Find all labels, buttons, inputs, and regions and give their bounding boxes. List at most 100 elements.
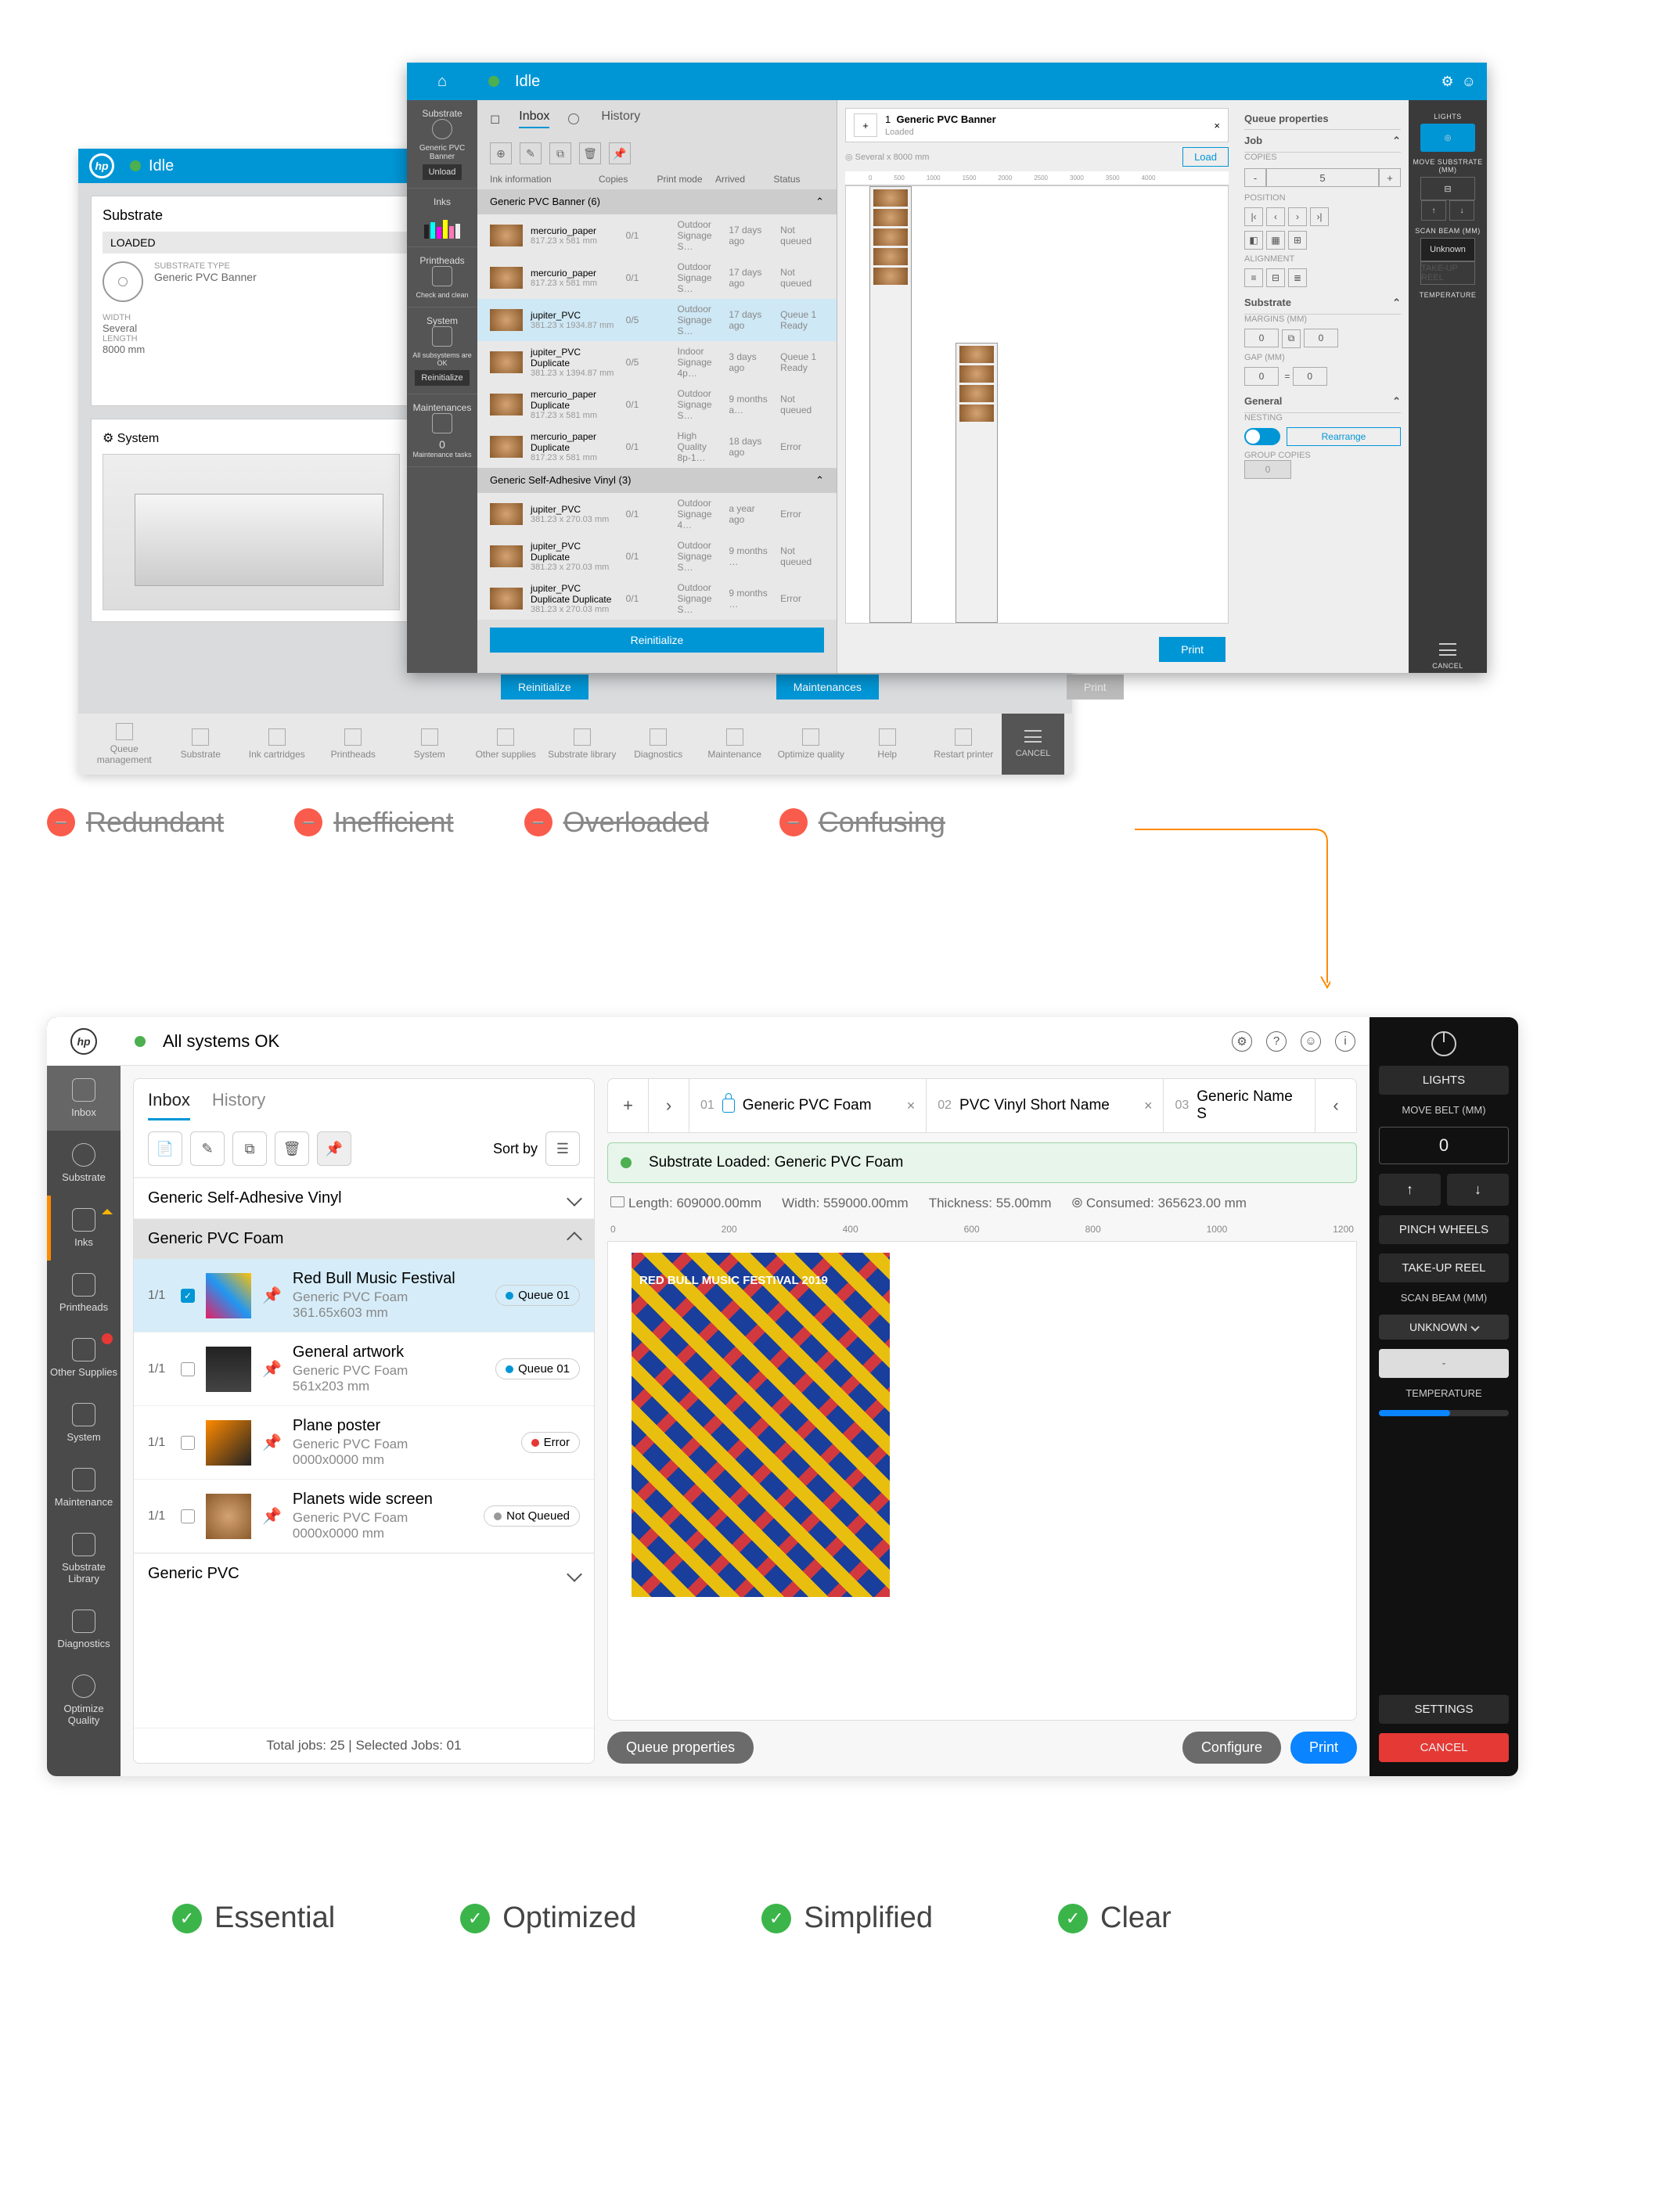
list-group[interactable]: Generic Self-Adhesive Vinyl (3)⌃: [477, 468, 837, 493]
group-pvc[interactable]: Generic PVC: [134, 1553, 594, 1594]
help-icon[interactable]: ?: [1266, 1031, 1287, 1052]
move-substrate-input[interactable]: ⊟: [1420, 177, 1475, 200]
footer-item[interactable]: Substrate library: [544, 728, 621, 760]
nesting-toggle[interactable]: [1244, 428, 1280, 445]
nav-printheads[interactable]: Printheads Check and clean: [407, 247, 477, 308]
reinitialize-button[interactable]: Reinitialize: [415, 370, 469, 386]
footer-item[interactable]: Diagnostics: [621, 728, 697, 760]
footer-item[interactable]: Other supplies: [468, 728, 545, 760]
substrate-tab[interactable]: 02 PVC Vinyl Short Name ×: [927, 1079, 1164, 1132]
print-button[interactable]: Print: [1159, 637, 1226, 662]
power-icon[interactable]: [1431, 1031, 1456, 1056]
trash-icon[interactable]: 🗑: [579, 142, 601, 164]
arrow-down-button[interactable]: ↓: [1447, 1174, 1509, 1206]
job-row[interactable]: jupiter_PVC Duplicate381.23 x 270.03 mm …: [477, 535, 837, 577]
sliders-icon[interactable]: [1439, 643, 1456, 656]
rearrange-button[interactable]: Rearrange: [1287, 427, 1401, 446]
job-row[interactable]: mercurio_paper817.23 x 581 mm 0/1Outdoor…: [477, 214, 837, 257]
configure-button[interactable]: Configure: [1182, 1732, 1281, 1764]
maintenances-button[interactable]: Maintenances: [776, 674, 879, 700]
sidebar-item-optimize[interactable]: Optimize Quality: [47, 1662, 121, 1739]
tab-history[interactable]: History: [212, 1090, 265, 1120]
load-button[interactable]: Load: [1182, 147, 1229, 167]
job-row[interactable]: 1/1 📌 General artworkGeneric PVC Foam561…: [134, 1333, 594, 1406]
gear-icon[interactable]: ⚙: [1232, 1031, 1252, 1052]
lights-button[interactable]: ◎: [1420, 124, 1475, 152]
prev-tab-button[interactable]: ‹: [1315, 1079, 1356, 1132]
list-group[interactable]: Generic PVC Banner (6)⌃: [477, 189, 837, 214]
footer-item[interactable]: Restart printer: [926, 728, 1002, 760]
footer-item[interactable]: Maintenance: [696, 728, 773, 760]
footer-item[interactable]: Printheads: [315, 728, 392, 760]
copy-icon[interactable]: ⧉: [549, 142, 571, 164]
nav-system[interactable]: System All subsystems are OK Reinitializ…: [407, 308, 477, 394]
job-row[interactable]: 1/1 📌 Planets wide screenGeneric PVC Foa…: [134, 1480, 594, 1553]
job-row[interactable]: mercurio_paper Duplicate817.23 x 581 mm …: [477, 383, 837, 426]
sort-icon[interactable]: ☰: [545, 1131, 580, 1166]
pin-icon[interactable]: 📌: [609, 142, 631, 164]
group-vinyl[interactable]: Generic Self-Adhesive Vinyl: [134, 1178, 594, 1218]
edit-icon[interactable]: ✎: [520, 142, 542, 164]
sidebar-item-system[interactable]: System: [47, 1390, 121, 1455]
group-foam[interactable]: Generic PVC Foam: [134, 1218, 594, 1259]
nav-maintenances[interactable]: Maintenances 0 Maintenance tasks: [407, 394, 477, 467]
tab-inbox[interactable]: Inbox: [148, 1090, 190, 1120]
add-tab-button[interactable]: +: [608, 1079, 649, 1132]
sidebar-item-library[interactable]: Substrate Library: [47, 1520, 121, 1597]
trash-icon[interactable]: 🗑: [275, 1131, 309, 1166]
nav-inks[interactable]: Inks: [407, 189, 477, 247]
nav-substrate[interactable]: Substrate Generic PVC Banner Unload: [407, 100, 477, 189]
job-row[interactable]: jupiter_PVC Duplicate Duplicate381.23 x …: [477, 577, 837, 620]
sidebar-item-inbox[interactable]: Inbox: [47, 1066, 121, 1131]
job-row[interactable]: jupiter_PVC381.23 x 1934.87 mm 0/5Outdoo…: [477, 299, 837, 341]
arrow-up-button[interactable]: ↑: [1379, 1174, 1441, 1206]
sidebar-item-supplies[interactable]: Other Supplies: [47, 1325, 121, 1390]
checkbox[interactable]: [181, 1436, 195, 1450]
face-icon[interactable]: ☺: [1462, 74, 1476, 90]
sidebar-item-inks[interactable]: Inks: [47, 1196, 121, 1261]
queue-props-button[interactable]: Queue properties: [607, 1732, 754, 1764]
takeup-reel-button[interactable]: TAKE-UP REEL: [1379, 1253, 1509, 1282]
close-icon[interactable]: ×: [1144, 1098, 1153, 1114]
checkbox[interactable]: [181, 1362, 195, 1376]
job-row[interactable]: 1/1 📌 Plane posterGeneric PVC Foam0000x0…: [134, 1406, 594, 1480]
sidebar-item-printheads[interactable]: Printheads: [47, 1261, 121, 1325]
tab-history[interactable]: History: [601, 110, 640, 128]
substrate-tab[interactable]: 01 Generic PVC Foam ×: [689, 1079, 927, 1132]
arrow-up-button[interactable]: ↑: [1421, 200, 1446, 221]
sidebar-item-substrate[interactable]: Substrate: [47, 1131, 121, 1196]
reinitialize-button[interactable]: Reinitialize: [490, 628, 824, 653]
print-button[interactable]: Print: [1290, 1732, 1357, 1764]
footer-item[interactable]: Queue management: [86, 723, 163, 765]
job-row[interactable]: jupiter_PVC Duplicate381.23 x 1394.87 mm…: [477, 341, 837, 383]
scan-beam-select[interactable]: UNKNOWN: [1379, 1315, 1509, 1340]
sidebar-item-maintenance[interactable]: Maintenance: [47, 1455, 121, 1520]
job-row[interactable]: jupiter_PVC381.23 x 270.03 mm 0/1Outdoor…: [477, 493, 837, 535]
scan-beam-select[interactable]: Unknown: [1420, 238, 1475, 261]
preview-canvas[interactable]: [845, 185, 1229, 624]
cancel-button[interactable]: CANCEL: [1379, 1733, 1509, 1762]
footer-item[interactable]: Help: [849, 728, 926, 760]
checkbox[interactable]: [181, 1289, 195, 1303]
job-row[interactable]: mercurio_paper817.23 x 581 mm 0/1Outdoor…: [477, 257, 837, 299]
sort-by[interactable]: Sort by ☰: [493, 1131, 580, 1166]
pin-icon[interactable]: 📌: [317, 1131, 351, 1166]
unload-button[interactable]: Unload: [423, 164, 462, 180]
info-icon[interactable]: i: [1335, 1031, 1355, 1052]
footer-item[interactable]: Ink cartridges: [239, 728, 315, 760]
preview-canvas[interactable]: RED BULL MUSIC FESTIVAL 2019: [607, 1241, 1357, 1721]
cancel-block[interactable]: CANCEL: [1002, 714, 1064, 775]
sidebar-item-diagnostics[interactable]: Diagnostics: [47, 1597, 121, 1662]
copy-icon[interactable]: ⧉: [232, 1131, 267, 1166]
close-icon[interactable]: ×: [907, 1098, 916, 1114]
add-button[interactable]: +: [854, 113, 877, 137]
face-icon[interactable]: ☺: [1301, 1031, 1321, 1052]
belt-value[interactable]: 0: [1379, 1127, 1509, 1164]
job-row[interactable]: mercurio_paper Duplicate817.23 x 581 mm …: [477, 426, 837, 468]
footer-item[interactable]: Substrate: [163, 728, 239, 760]
footer-item[interactable]: System: [391, 728, 468, 760]
add-file-icon[interactable]: 📄: [148, 1131, 182, 1166]
add-icon[interactable]: ⊕: [490, 142, 512, 164]
next-tab-button[interactable]: ›: [649, 1079, 689, 1132]
pinch-wheels-button[interactable]: PINCH WHEELS: [1379, 1215, 1509, 1244]
